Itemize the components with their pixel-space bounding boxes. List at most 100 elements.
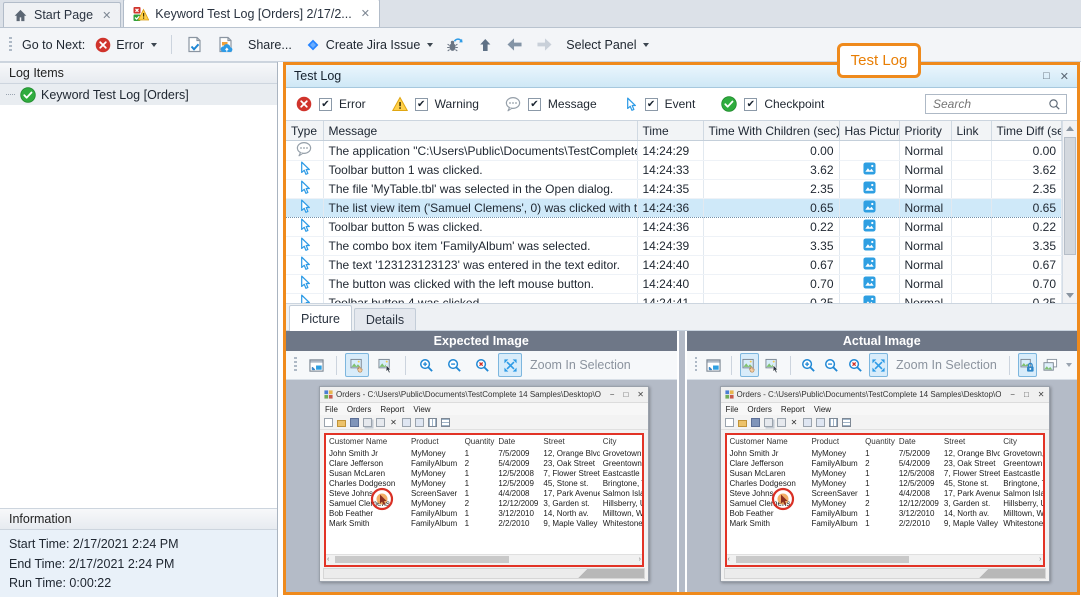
log-haspicture-cell: [839, 275, 899, 294]
log-type-cell: [286, 199, 323, 218]
select-button[interactable]: [373, 353, 397, 377]
log-priority-cell: Normal: [899, 180, 951, 199]
log-time-cell: 14:24:40: [637, 275, 703, 294]
actual-image-panel: Actual Image Zoom In Selection Orders - …: [687, 331, 1078, 592]
close-icon[interactable]: ✕: [361, 7, 370, 20]
log-row[interactable]: The list view item ('Samuel Clemens', 0)…: [286, 199, 1062, 218]
zoom-reset-button[interactable]: [846, 353, 865, 377]
orders-tool-new-icon: [725, 418, 734, 427]
go-to-next-error-button[interactable]: Error: [92, 35, 160, 55]
zoom-out-button[interactable]: [442, 353, 466, 377]
pan-button[interactable]: [345, 353, 369, 377]
zoom-sel-button[interactable]: [869, 353, 888, 377]
zoom-reset-button[interactable]: [470, 353, 494, 377]
click-marker-icon: [370, 487, 394, 511]
filter-warning[interactable]: ✔Warning: [392, 96, 479, 112]
log-type-cell: [286, 237, 323, 256]
toolbar-separator: [405, 356, 406, 375]
scroll-up-icon[interactable]: [1063, 121, 1077, 136]
log-row[interactable]: The text '123123123123' was entered in t…: [286, 256, 1062, 275]
zoom-out-button[interactable]: [822, 353, 841, 377]
compare-button[interactable]: [1041, 353, 1060, 377]
search-box[interactable]: [925, 94, 1067, 114]
zoom-in-button[interactable]: [799, 353, 818, 377]
back-button[interactable]: [503, 35, 526, 54]
tab-picture[interactable]: Picture: [289, 305, 352, 331]
tab-details[interactable]: Details: [354, 308, 416, 330]
scrollbar-thumb[interactable]: [1064, 137, 1076, 255]
filter-checkbox[interactable]: ✔: [528, 98, 541, 111]
zoom-sel-button[interactable]: [498, 353, 522, 377]
log-message-cell: Toolbar button 1 was clicked.: [323, 161, 637, 180]
bug-forward-icon: [446, 36, 464, 54]
detach-button[interactable]: [704, 353, 723, 377]
toolbar-separator: [790, 356, 791, 375]
lock-button[interactable]: [1018, 353, 1037, 377]
filter-event[interactable]: ✔Event: [623, 97, 696, 112]
upload-results-button[interactable]: [214, 34, 238, 56]
tab-keyword-test-log[interactable]: Keyword Test Log [Orders] 2/17/2... ✕: [123, 0, 380, 27]
log-message-cell: Toolbar button 5 was clicked.: [323, 218, 637, 237]
actual-image-viewport[interactable]: Orders - C:\Users\Public\Documents\TestC…: [687, 380, 1078, 592]
log-time-cell: 14:24:39: [637, 237, 703, 256]
log-haspicture-cell: [839, 256, 899, 275]
col-message: Message: [323, 121, 637, 141]
log-items-tree-item[interactable]: Keyword Test Log [Orders]: [0, 84, 277, 105]
orders-toolbar: ✕: [320, 415, 648, 430]
go-up-button[interactable]: [474, 35, 496, 55]
filter-label: Message: [548, 97, 597, 111]
horizontal-scrollbar[interactable]: ‹›: [727, 554, 1043, 565]
post-issue-button[interactable]: [443, 34, 467, 56]
orders-grid-row: Mark SmithFamilyAlbum12/2/20109, Maple V…: [326, 518, 642, 528]
filter-checkpoint[interactable]: ✔Checkpoint: [721, 96, 824, 112]
close-icon[interactable]: ✕: [102, 9, 111, 22]
orders-tool-arrow-icon: [415, 418, 424, 427]
log-table-header-row[interactable]: Type Message Time Time With Children (se…: [286, 121, 1062, 141]
panel-splitter[interactable]: [677, 331, 687, 592]
log-row[interactable]: The button was clicked with the left mou…: [286, 275, 1062, 294]
log-row[interactable]: Toolbar button 4 was clicked.14:24:410.2…: [286, 294, 1062, 305]
orders-statusbar: [323, 568, 645, 579]
toolbar-grip[interactable]: [695, 357, 697, 373]
expected-image-viewport[interactable]: Orders - C:\Users\Public\Documents\TestC…: [286, 380, 677, 592]
log-row[interactable]: The application "C:\Users\Public\Documen…: [286, 141, 1062, 161]
close-icon[interactable]: ✕: [1060, 70, 1069, 83]
detach-button[interactable]: [304, 353, 328, 377]
maximize-icon[interactable]: □: [1043, 70, 1050, 83]
filter-checkbox[interactable]: ✔: [319, 98, 332, 111]
scroll-down-icon[interactable]: [1063, 288, 1077, 303]
toolbar-separator: [336, 356, 337, 375]
log-row[interactable]: Toolbar button 1 was clicked.14:24:333.6…: [286, 161, 1062, 180]
filter-message[interactable]: ✔ Message: [505, 96, 597, 112]
forward-button[interactable]: [533, 35, 556, 54]
export-results-button[interactable]: [183, 34, 207, 56]
event-icon: [297, 161, 312, 176]
test-log-area: Test Log Test Log □ ✕ ✔Error✔Warning✔Mes…: [278, 62, 1081, 597]
select-panel-button[interactable]: Select Panel: [563, 36, 652, 54]
orders-app-window: Orders - C:\Users\Public\Documents\TestC…: [319, 386, 649, 582]
tab-start-page[interactable]: Start Page ✕: [3, 2, 121, 27]
log-row[interactable]: The combo box item 'FamilyAlbum' was sel…: [286, 237, 1062, 256]
orders-tool-copy-icon: [363, 418, 372, 427]
log-row[interactable]: Toolbar button 5 was clicked.14:24:360.2…: [286, 218, 1062, 237]
orders-app-icon: [725, 390, 734, 399]
create-jira-issue-button[interactable]: Create Jira Issue: [302, 35, 436, 55]
filter-error[interactable]: ✔Error: [296, 96, 366, 112]
log-message-cell: The application "C:\Users\Public\Documen…: [323, 141, 637, 161]
vertical-scrollbar[interactable]: [1062, 121, 1077, 303]
checkpoint-icon: [721, 96, 737, 112]
select-button[interactable]: [763, 353, 782, 377]
filter-checkbox[interactable]: ✔: [645, 98, 658, 111]
filter-checkbox[interactable]: ✔: [415, 98, 428, 111]
image-diff-region: Customer NameProductQuantityDateStreetCi…: [324, 433, 644, 567]
zoom-in-button[interactable]: [414, 353, 438, 377]
toolbar-grip[interactable]: [294, 357, 297, 373]
horizontal-scrollbar[interactable]: ‹›: [326, 554, 642, 565]
filter-checkbox[interactable]: ✔: [744, 98, 757, 111]
toolbar-grip[interactable]: [9, 37, 12, 53]
log-row[interactable]: The file 'MyTable.tbl' was selected in t…: [286, 180, 1062, 199]
share-button[interactable]: Share...: [245, 36, 295, 54]
export-log-icon: [186, 36, 204, 54]
search-input[interactable]: [931, 96, 1044, 112]
pan-button[interactable]: [740, 353, 759, 377]
